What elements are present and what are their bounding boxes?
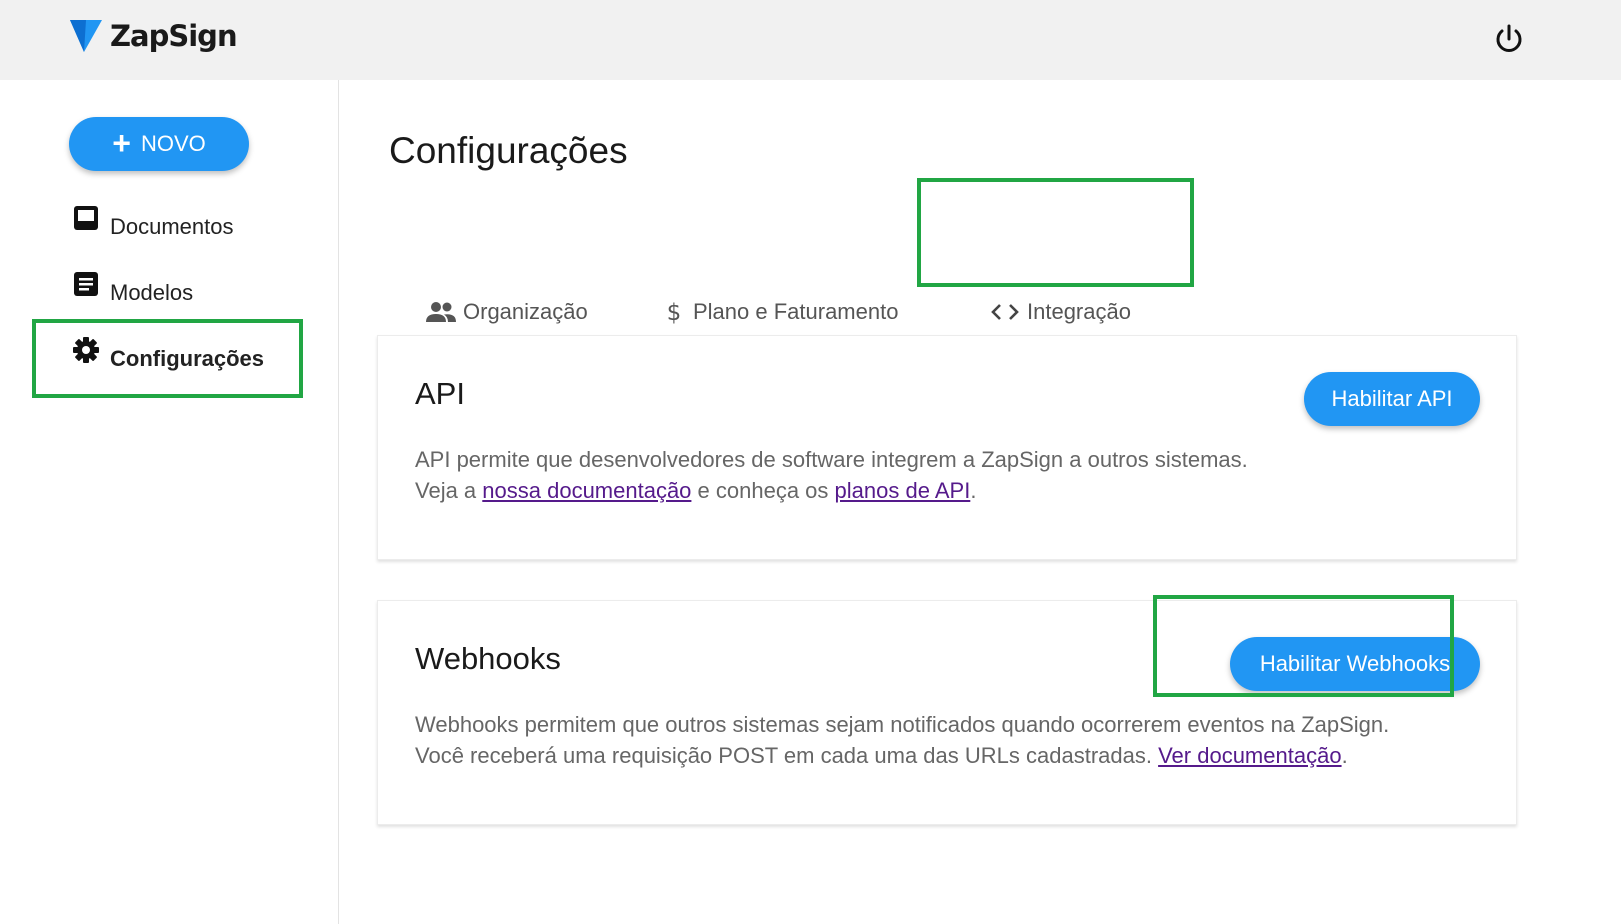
page-title: Configurações bbox=[389, 130, 628, 171]
api-card-description: API permite que desenvolvedores de softw… bbox=[415, 444, 1505, 506]
enable-webhooks-button[interactable]: Habilitar Webhooks bbox=[1230, 637, 1480, 691]
webhooks-docs-link[interactable]: Ver documentação bbox=[1158, 743, 1341, 768]
top-bar: ZapSign bbox=[0, 0, 1621, 80]
api-desc-suffix: . bbox=[970, 478, 977, 503]
api-docs-link[interactable]: nossa documentação bbox=[482, 478, 691, 503]
webhooks-desc-line1: Webhooks permitem que outros sistemas se… bbox=[415, 712, 1390, 737]
main-content: Configurações Organização $ Plano e Fatu… bbox=[339, 80, 1621, 924]
sidebar-item-modelos[interactable]: Modelos bbox=[72, 266, 193, 306]
new-button[interactable]: + NOVO bbox=[69, 117, 249, 171]
api-card: API Habilitar API API permite que desenv… bbox=[377, 335, 1517, 560]
gear-icon bbox=[73, 337, 99, 363]
sidebar-item-configuracoes[interactable]: Configurações bbox=[72, 332, 264, 372]
enable-api-button[interactable]: Habilitar API bbox=[1304, 372, 1480, 426]
api-desc-line2: Veja a nossa documentação e conheça os p… bbox=[415, 475, 1505, 506]
zapsign-logo[interactable]: ZapSign bbox=[68, 16, 238, 56]
webhooks-desc-line2: Você receberá uma requisição POST em cad… bbox=[415, 740, 1505, 771]
tab-label: Organização bbox=[463, 299, 588, 324]
api-card-title: API bbox=[415, 376, 465, 411]
webhooks-card: Webhooks Habilitar Webhooks Webhooks per… bbox=[377, 600, 1517, 825]
inbox-icon bbox=[74, 206, 98, 230]
sidebar-item-documentos[interactable]: Documentos bbox=[72, 200, 234, 240]
svg-text:$: $ bbox=[667, 300, 681, 326]
sidebar: + NOVO Documentos Modelos Configurações bbox=[0, 80, 339, 924]
api-desc-middle: e conheça os bbox=[691, 478, 835, 503]
webhooks-card-title: Webhooks bbox=[415, 641, 561, 676]
code-icon bbox=[991, 304, 1019, 320]
webhooks-desc-suffix: . bbox=[1341, 743, 1348, 768]
api-plans-link[interactable]: planos de API bbox=[835, 478, 971, 503]
sidebar-item-label: Modelos bbox=[110, 280, 194, 305]
tab-label: Integração bbox=[1027, 299, 1131, 324]
webhooks-desc-prefix: Você receberá uma requisição POST em cad… bbox=[415, 743, 1159, 768]
dollar-icon: $ bbox=[667, 300, 681, 326]
api-desc-prefix: Veja a bbox=[415, 478, 483, 503]
webhooks-card-description: Webhooks permitem que outros sistemas se… bbox=[415, 709, 1505, 771]
sidebar-item-label: Configurações bbox=[110, 346, 265, 371]
new-button-label: NOVO bbox=[140, 131, 206, 156]
api-desc-line1: API permite que desenvolvedores de softw… bbox=[415, 447, 1248, 472]
zapsign-logo-icon bbox=[70, 20, 102, 52]
people-icon bbox=[426, 302, 456, 322]
tab-label: Plano e Faturamento bbox=[693, 299, 899, 324]
plus-icon: + bbox=[112, 124, 131, 161]
power-icon[interactable] bbox=[1492, 22, 1526, 56]
sidebar-item-label: Documentos bbox=[110, 214, 234, 239]
logo-text: ZapSign bbox=[110, 19, 238, 53]
document-icon bbox=[74, 272, 98, 296]
